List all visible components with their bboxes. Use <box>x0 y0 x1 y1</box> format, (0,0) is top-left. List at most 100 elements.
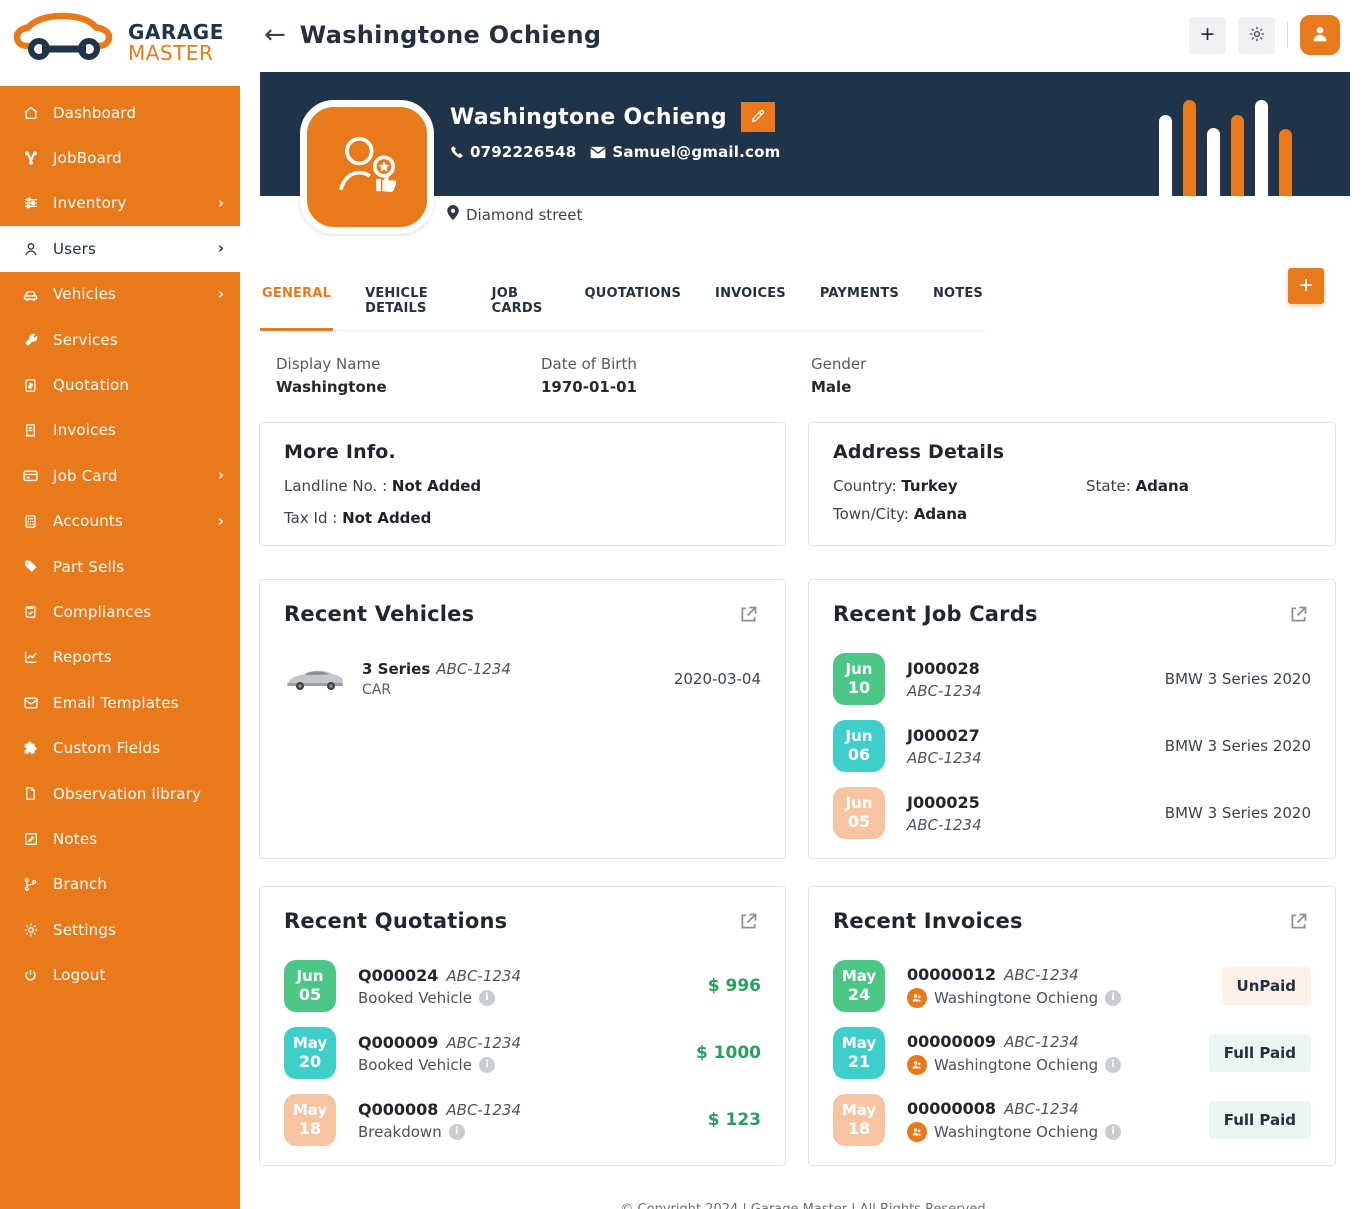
date-badge: May20 <box>284 1027 336 1079</box>
invoice-row[interactable]: May18 00000008ABC-1234 Washingtone Ochie… <box>833 1094 1311 1146</box>
sidebar-item-invoices[interactable]: Invoices <box>0 408 240 453</box>
info-icon[interactable]: i <box>479 990 495 1006</box>
open-quotations-button[interactable] <box>736 909 761 937</box>
clipboard-check-icon <box>22 603 39 620</box>
sidebar-item-label: Email Templates <box>53 694 179 712</box>
tab-notes[interactable]: NOTES <box>931 274 985 331</box>
quotation-status: Booked Vehicle <box>358 989 472 1007</box>
job-card-row[interactable]: Jun05 J000025 ABC-1234 BMW 3 Series 2020 <box>833 787 1311 839</box>
info-icon[interactable]: i <box>1105 990 1121 1006</box>
landline-label: Landline No. : <box>284 477 387 495</box>
quotation-row[interactable]: Jun05 Q000024ABC-1234 Booked Vehiclei $ … <box>284 960 761 1012</box>
dob-value: 1970-01-01 <box>541 378 811 396</box>
invoice-row[interactable]: May24 00000012ABC-1234 Washingtone Ochie… <box>833 960 1311 1012</box>
job-card-row[interactable]: Jun06 J000027 ABC-1234 BMW 3 Series 2020 <box>833 720 1311 772</box>
sidebar-item-label: Vehicles <box>53 285 116 303</box>
sidebar-item-label: Compliances <box>53 603 151 621</box>
job-card-row[interactable]: Jun10 J000028 ABC-1234 BMW 3 Series 2020 <box>833 653 1311 705</box>
invoice-plate: ABC-1234 <box>1004 1100 1079 1118</box>
job-card-vehicle: BMW 3 Series 2020 <box>1165 670 1311 688</box>
profile-tabs: GENERAL VEHICLE DETAILS JOB CARDS QUOTAT… <box>260 274 985 331</box>
gender-label: Gender <box>811 355 866 373</box>
settings-button[interactable] <box>1238 17 1275 54</box>
sidebar-item-part-sells[interactable]: Part Sells <box>0 544 240 589</box>
recent-row-1: Recent Vehicles 3 SeriesA <box>259 579 1336 859</box>
calculator-icon <box>22 513 39 530</box>
puzzle-icon <box>22 740 39 757</box>
invoice-row[interactable]: May21 00000009ABC-1234 Washingtone Ochie… <box>833 1027 1311 1079</box>
sidebar-item-job-card[interactable]: Job Card › <box>0 453 240 498</box>
car-thumbnail <box>284 660 346 698</box>
add-button[interactable]: + <box>1189 17 1226 54</box>
sidebar-nav: Dashboard JobBoard Inventory › Users › V… <box>0 86 240 998</box>
quotation-row[interactable]: May20 Q000009ABC-1234 Booked Vehiclei $ … <box>284 1027 761 1079</box>
address-details-title: Address Details <box>833 441 1311 463</box>
sidebar-item-observation-library[interactable]: Observation library <box>0 771 240 816</box>
sidebar-item-accounts[interactable]: Accounts › <box>0 499 240 544</box>
file-dollar-icon <box>22 377 39 394</box>
topbar-actions: + <box>1189 15 1340 55</box>
open-job-cards-button[interactable] <box>1286 602 1311 630</box>
open-invoices-button[interactable] <box>1286 909 1311 937</box>
location-pin-icon <box>447 205 459 224</box>
state-field: State: Adana <box>1086 477 1311 495</box>
job-card-plate: ABC-1234 <box>907 749 982 767</box>
display-name-label: Display Name <box>276 355 541 373</box>
sidebar-item-users[interactable]: Users › <box>0 226 240 271</box>
footer-copyright: © Copyright 2024 | Garage Master | All R… <box>240 1202 1366 1209</box>
sidebar-item-label: Inventory <box>53 194 126 212</box>
info-cards-row: More Info. Landline No. : Not Added Tax … <box>259 422 1336 546</box>
sidebar-item-reports[interactable]: Reports <box>0 635 240 680</box>
add-record-button[interactable]: + <box>1288 268 1324 304</box>
sidebar-item-quotation[interactable]: Quotation <box>0 362 240 407</box>
sidebar-item-logout[interactable]: Logout <box>0 952 240 997</box>
tab-general[interactable]: GENERAL <box>260 274 333 331</box>
gear-icon <box>1248 25 1266 46</box>
sidebar-item-dashboard[interactable]: Dashboard <box>0 90 240 135</box>
person-icon <box>1309 23 1331 48</box>
tab-vehicle-details[interactable]: VEHICLE DETAILS <box>363 274 460 331</box>
tab-invoices[interactable]: INVOICES <box>713 274 788 331</box>
info-icon[interactable]: i <box>449 1124 465 1140</box>
sidebar-item-label: Part Sells <box>53 558 124 576</box>
garage-master-logo-icon <box>12 12 120 74</box>
vehicle-list-item[interactable]: 3 SeriesABC-1234 CAR 2020-03-04 <box>284 660 761 698</box>
sidebar-item-vehicles[interactable]: Vehicles › <box>0 272 240 317</box>
sidebar-item-label: Custom Fields <box>53 739 160 757</box>
more-info-title: More Info. <box>284 441 761 463</box>
recent-job-cards-card: Recent Job Cards Jun10 J000028 ABC-1234 … <box>808 579 1336 859</box>
quotation-plate: ABC-1234 <box>446 1034 521 1052</box>
home-icon <box>22 104 39 121</box>
open-vehicles-button[interactable] <box>736 602 761 630</box>
sidebar-item-settings[interactable]: Settings <box>0 907 240 952</box>
tab-job-cards[interactable]: JOB CARDS <box>490 274 553 331</box>
profile-banner: Washingtone Ochieng 0792226548 Samuel@gm… <box>260 72 1350 196</box>
info-icon[interactable]: i <box>1105 1057 1121 1073</box>
decorative-bars <box>1159 100 1292 196</box>
sidebar-item-services[interactable]: Services <box>0 317 240 362</box>
tab-payments[interactable]: PAYMENTS <box>818 274 901 331</box>
topbar: ← Washingtone Ochieng + <box>240 0 1366 70</box>
back-button[interactable]: ← <box>264 22 286 48</box>
brand-text: GARAGE MASTER <box>128 22 224 64</box>
chevron-right-icon: › <box>218 468 224 483</box>
user-avatar-button[interactable] <box>1300 15 1340 55</box>
power-icon <box>22 967 39 984</box>
sidebar-item-label: Services <box>53 331 118 349</box>
info-icon[interactable]: i <box>479 1057 495 1073</box>
info-icon[interactable]: i <box>1105 1124 1121 1140</box>
quotation-row[interactable]: May18 Q000008ABC-1234 Breakdowni $ 123 <box>284 1094 761 1146</box>
sidebar-item-custom-fields[interactable]: Custom Fields <box>0 725 240 770</box>
tab-quotations[interactable]: QUOTATIONS <box>582 274 683 331</box>
sidebar-item-jobboard[interactable]: JobBoard <box>0 135 240 180</box>
sidebar-item-email-templates[interactable]: Email Templates <box>0 680 240 725</box>
chart-line-icon <box>22 649 39 666</box>
edit-profile-button[interactable] <box>741 102 775 132</box>
sidebar-item-branch[interactable]: Branch <box>0 862 240 907</box>
brand-logo[interactable]: GARAGE MASTER <box>0 0 240 86</box>
sidebar-item-compliances[interactable]: Compliances <box>0 589 240 634</box>
sidebar-item-notes[interactable]: Notes <box>0 816 240 861</box>
sidebar-item-inventory[interactable]: Inventory › <box>0 181 240 226</box>
vehicle-plate: ABC-1234 <box>436 660 511 678</box>
quotation-amount: $ 1000 <box>696 1043 761 1063</box>
